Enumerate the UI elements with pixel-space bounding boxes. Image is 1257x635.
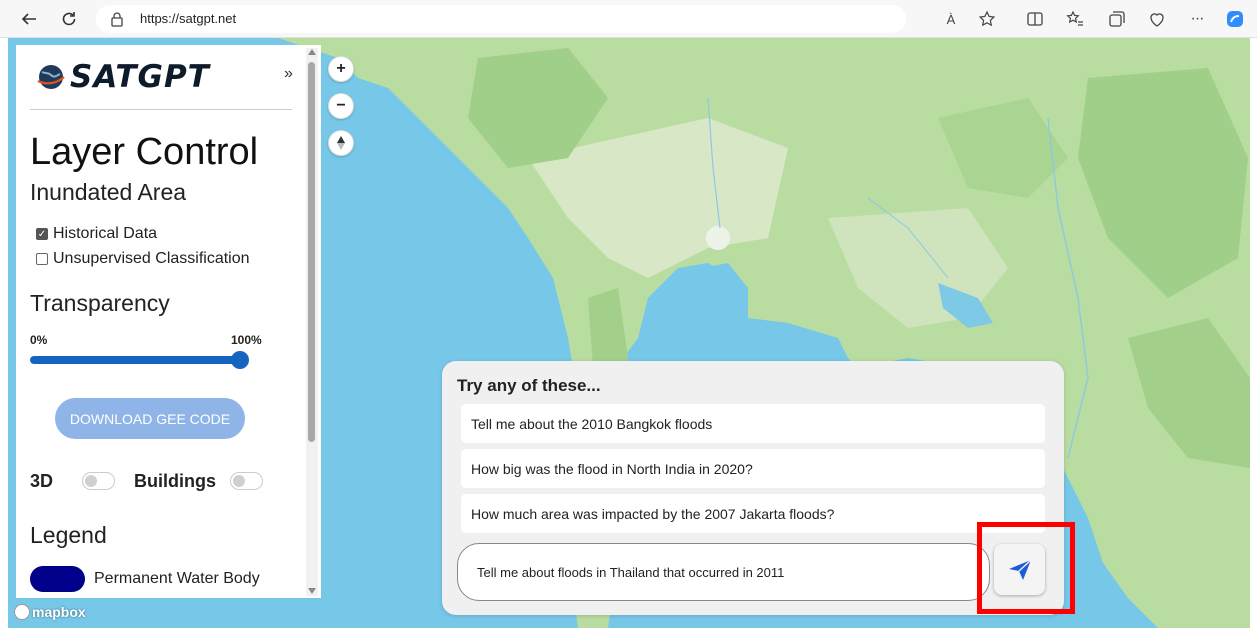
layer-control-panel: SATGPT » Layer Control Inundated Area ✓ … — [16, 45, 321, 598]
lock-icon — [110, 11, 124, 32]
zoom-out-button[interactable]: − — [328, 93, 354, 119]
scroll-down-arrow-icon[interactable] — [308, 588, 316, 594]
mapbox-text: mapbox — [32, 604, 86, 620]
download-gee-code-button[interactable]: DOWNLOAD GEE CODE — [55, 398, 245, 439]
favorites-icon[interactable] — [1064, 8, 1086, 30]
more-menu-icon[interactable]: ··· — [1186, 8, 1208, 30]
historical-data-checkbox[interactable]: ✓ — [36, 228, 48, 240]
legend-label-permanent-water: Permanent Water Body — [94, 570, 260, 587]
refresh-icon — [62, 12, 76, 26]
refresh-button[interactable] — [56, 6, 82, 32]
historical-data-checkbox-row[interactable]: ✓ Historical Data — [36, 225, 157, 243]
chat-suggestions-title: Try any of these... — [457, 376, 601, 395]
back-arrow-icon — [21, 13, 36, 25]
collapse-panel-icon[interactable]: » — [284, 65, 293, 83]
back-button[interactable] — [16, 6, 42, 32]
split-screen-icon[interactable] — [1024, 8, 1046, 30]
suggestion-item[interactable]: How much area was impacted by the 2007 J… — [461, 494, 1045, 533]
browser-essentials-icon[interactable] — [1146, 8, 1168, 30]
scrollbar-thumb[interactable] — [308, 62, 315, 442]
chat-input[interactable]: Tell me about floods in Thailand that oc… — [457, 543, 990, 601]
satgpt-logo: SATGPT — [36, 59, 210, 95]
suggestion-item[interactable]: Tell me about the 2010 Bangkok floods — [461, 404, 1045, 443]
historical-data-label: Historical Data — [53, 225, 158, 242]
copilot-icon[interactable] — [1224, 8, 1246, 30]
transparency-slider-track[interactable] — [30, 356, 242, 364]
unsupervised-classification-checkbox[interactable] — [36, 253, 48, 265]
logo-text: SATGPT — [70, 59, 210, 95]
divider — [30, 109, 292, 110]
url-text: https://satgpt.net — [140, 11, 237, 26]
mapbox-logo-icon — [14, 604, 30, 620]
buildings-toggle-label: Buildings — [134, 471, 216, 491]
3d-toggle-label: 3D — [30, 471, 54, 491]
chat-panel: Try any of these... Tell me about the 20… — [442, 361, 1064, 615]
panel-subtitle: Inundated Area — [30, 179, 187, 205]
compass-icon — [337, 136, 345, 150]
mapbox-attribution[interactable]: mapbox — [14, 604, 86, 620]
browser-toolbar: https://satgpt.net À ··· — [0, 0, 1257, 38]
panel-scrollbar[interactable] — [306, 48, 318, 596]
compass-button[interactable] — [328, 130, 354, 156]
read-aloud-icon[interactable]: À — [940, 8, 962, 30]
transparency-title: Transparency — [30, 290, 170, 316]
send-button-highlight-box — [977, 522, 1075, 614]
transparency-max-label: 100% — [231, 333, 262, 347]
globe-logo-icon — [37, 65, 65, 89]
address-bar[interactable]: https://satgpt.net — [96, 5, 906, 33]
favorite-star-icon[interactable] — [976, 8, 998, 30]
scroll-up-arrow-icon[interactable] — [308, 49, 316, 55]
toggle-knob — [85, 475, 97, 487]
legend-swatch-permanent-water — [30, 566, 85, 592]
unsupervised-classification-label: Unsupervised Classification — [53, 250, 250, 267]
suggestion-item[interactable]: How big was the flood in North India in … — [461, 449, 1045, 488]
toggle-knob — [233, 475, 245, 487]
transparency-min-label: 0% — [30, 333, 48, 347]
zoom-in-button[interactable]: + — [328, 56, 354, 82]
3d-toggle[interactable] — [82, 472, 115, 490]
transparency-slider-handle[interactable] — [231, 351, 249, 369]
legend-title: Legend — [30, 522, 107, 548]
buildings-toggle[interactable] — [230, 472, 263, 490]
unsupervised-classification-checkbox-row[interactable]: Unsupervised Classification — [36, 250, 250, 268]
panel-title: Layer Control — [30, 131, 259, 173]
collections-icon[interactable] — [1106, 8, 1128, 30]
